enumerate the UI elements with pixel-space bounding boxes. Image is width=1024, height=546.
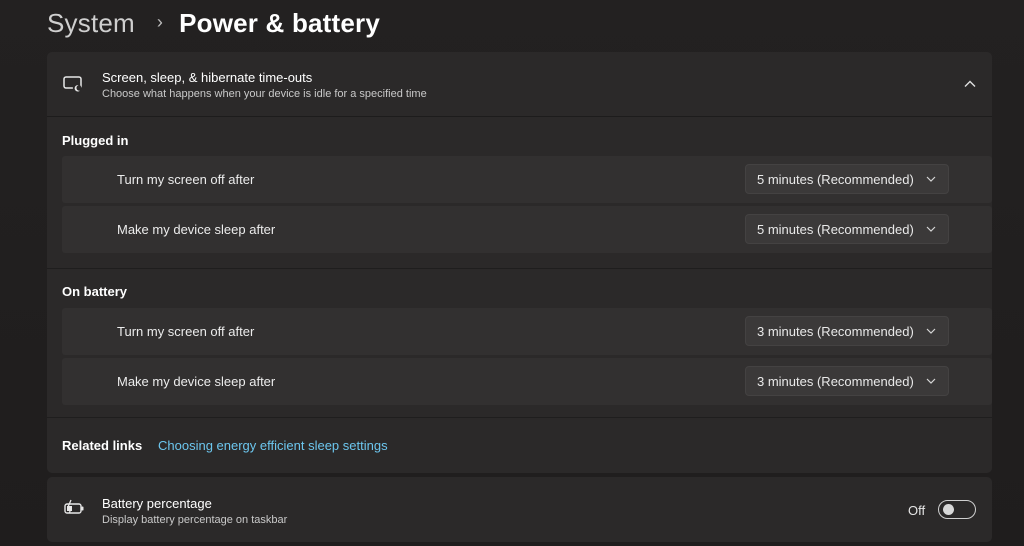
battery-percentage-subtitle: Display battery percentage on taskbar xyxy=(102,514,288,526)
plugged-in-sleep-row: Make my device sleep after 5 minutes (Re… xyxy=(62,206,992,253)
on-battery-label: On battery xyxy=(62,284,128,299)
energy-sleep-settings-link[interactable]: Choosing energy efficient sleep settings xyxy=(158,438,388,453)
on-battery-sleep-value: 3 minutes (Recommended) xyxy=(757,374,914,389)
timeouts-expander-header[interactable]: Screen, sleep, & hibernate time-outs Cho… xyxy=(47,52,992,117)
plugged-in-sleep-value: 5 minutes (Recommended) xyxy=(757,222,914,237)
chevron-down-icon xyxy=(926,176,936,182)
chevron-up-icon[interactable] xyxy=(962,76,978,92)
toggle-state-label: Off xyxy=(908,503,926,518)
plugged-in-screen-off-value: 5 minutes (Recommended) xyxy=(757,172,914,187)
plugged-in-sleep-dropdown[interactable]: 5 minutes (Recommended) xyxy=(745,214,949,244)
chevron-down-icon xyxy=(926,378,936,384)
plugged-in-screen-off-row: Turn my screen off after 5 minutes (Reco… xyxy=(62,156,992,203)
breadcrumb-system[interactable]: System xyxy=(47,8,135,39)
settings-page: System › Power & battery Screen, sleep, … xyxy=(0,0,1024,546)
battery-percentage-toggle[interactable] xyxy=(938,500,976,519)
battery-charging-icon xyxy=(64,499,84,514)
plugged-in-screen-off-label: Turn my screen off after xyxy=(117,172,255,187)
battery-percentage-card: Battery percentage Display battery perce… xyxy=(47,477,992,542)
toggle-knob xyxy=(943,504,954,515)
battery-percentage-title: Battery percentage xyxy=(102,496,212,511)
on-battery-screen-off-value: 3 minutes (Recommended) xyxy=(757,324,914,339)
on-battery-screen-off-row: Turn my screen off after 3 minutes (Reco… xyxy=(62,308,992,355)
timeouts-title: Screen, sleep, & hibernate time-outs xyxy=(102,70,313,85)
on-battery-sleep-row: Make my device sleep after 3 minutes (Re… xyxy=(62,358,992,405)
breadcrumb-separator: › xyxy=(156,11,164,32)
plugged-in-screen-off-dropdown[interactable]: 5 minutes (Recommended) xyxy=(745,164,949,194)
breadcrumb: System › Power & battery xyxy=(47,4,380,42)
screen-moon-icon xyxy=(63,76,82,93)
page-title: Power & battery xyxy=(179,7,381,38)
timeouts-subtitle: Choose what happens when your device is … xyxy=(102,88,427,100)
chevron-down-icon xyxy=(926,226,936,232)
on-battery-sleep-label: Make my device sleep after xyxy=(117,374,276,389)
section-divider xyxy=(47,268,992,269)
chevron-down-icon xyxy=(926,328,936,334)
on-battery-screen-off-dropdown[interactable]: 3 minutes (Recommended) xyxy=(745,316,949,346)
plugged-in-sleep-label: Make my device sleep after xyxy=(117,222,276,237)
related-divider xyxy=(47,417,992,418)
plugged-in-label: Plugged in xyxy=(62,133,129,148)
on-battery-sleep-dropdown[interactable]: 3 minutes (Recommended) xyxy=(745,366,949,396)
timeouts-expander: Screen, sleep, & hibernate time-outs Cho… xyxy=(47,52,992,473)
related-links-label: Related links xyxy=(62,438,143,453)
on-battery-screen-off-label: Turn my screen off after xyxy=(117,324,255,339)
